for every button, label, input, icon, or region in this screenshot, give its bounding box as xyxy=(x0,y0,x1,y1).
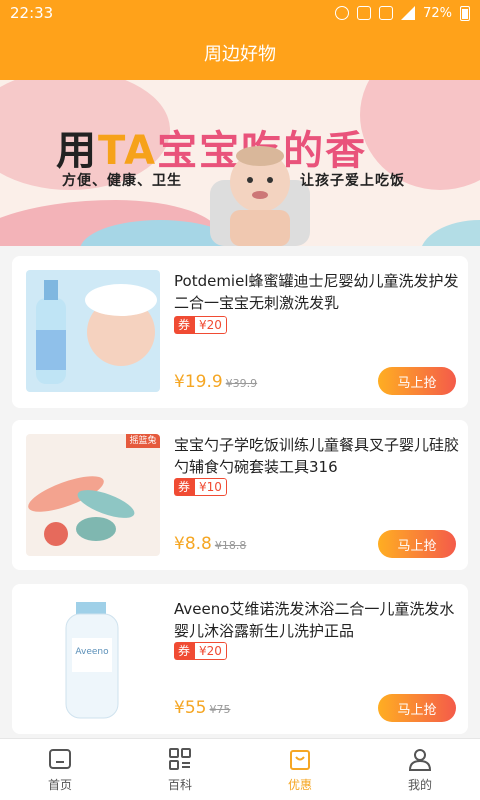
original-price: ¥39.9 xyxy=(225,377,258,390)
coupon-badge: 券 ¥20 xyxy=(174,316,227,334)
product-thumbnail: Aveeno xyxy=(26,598,160,720)
tab-label: 百科 xyxy=(167,778,192,792)
product-name[interactable]: 宝宝勺子学吃饭训练儿童餐具叉子婴儿硅胶勺辅食勺碗套装工具316 xyxy=(174,434,459,478)
status-time: 22:33 xyxy=(10,4,54,22)
tab-label: 优惠 xyxy=(287,778,312,792)
page-header: 周边好物 xyxy=(0,26,480,80)
battery-icon xyxy=(460,5,470,21)
grid-icon xyxy=(169,748,191,770)
alarm-icon xyxy=(335,6,350,20)
bag-icon xyxy=(290,750,310,770)
price: ¥19.9 ¥39.9 xyxy=(174,372,257,392)
page-title: 周边好物 xyxy=(204,44,276,65)
tab-label: 我的 xyxy=(407,778,432,792)
price: ¥8.8 ¥18.8 xyxy=(174,534,246,554)
current-price: ¥55 xyxy=(174,698,207,718)
original-price: ¥18.8 xyxy=(214,539,247,552)
current-price: ¥8.8 xyxy=(174,534,212,554)
buy-now-button[interactable]: 马上抢 xyxy=(378,367,456,395)
current-price: ¥19.9 xyxy=(174,372,223,392)
banner-subtitle-left: 方便、健康、卫生 xyxy=(62,173,182,189)
price: ¥55 ¥75 xyxy=(174,698,230,718)
home-icon xyxy=(49,749,71,769)
product-card[interactable]: 摇篮兔 宝宝勺子学吃饭训练儿童餐具叉子婴儿硅胶勺辅食勺碗套装工具316 券 ¥1… xyxy=(12,420,468,570)
coupon-badge: 券 ¥20 xyxy=(174,642,227,660)
bottom-tab-bar: 首页 百科 优惠 我的 xyxy=(0,738,480,800)
product-thumbnail xyxy=(26,270,160,392)
battery-percent: 72% xyxy=(423,5,452,21)
svg-text:Aveeno: Aveeno xyxy=(75,647,109,657)
signal-icon xyxy=(401,6,416,20)
nfc-icon xyxy=(357,6,372,20)
buy-now-button[interactable]: 马上抢 xyxy=(378,530,456,558)
status-bar: 22:33 72% xyxy=(0,0,480,26)
product-thumbnail xyxy=(26,434,160,556)
tab-encyclopedia[interactable]: 百科 xyxy=(120,739,240,800)
promo-banner[interactable]: 用TA宝宝吃的香 方便、健康、卫生 让孩子爱上吃饭 xyxy=(0,80,480,246)
tab-home[interactable]: 首页 xyxy=(0,739,120,800)
coupon-badge: 券 ¥10 xyxy=(174,478,227,496)
original-price: ¥75 xyxy=(209,703,231,716)
product-card[interactable]: Potdemiel蜂蜜罐迪士尼婴幼儿童洗发护发二合一宝宝无刺激洗发乳 券 ¥20… xyxy=(12,256,468,408)
product-name[interactable]: Potdemiel蜂蜜罐迪士尼婴幼儿童洗发护发二合一宝宝无刺激洗发乳 xyxy=(174,270,459,314)
baby-image xyxy=(210,146,310,246)
product-name[interactable]: Aveeno艾维诺洗发沐浴二合一儿童洗发水婴儿沐浴露新生儿洗护正品 xyxy=(174,598,459,642)
thumb-tag: 摇篮兔 xyxy=(129,436,157,446)
vibrate-icon xyxy=(379,6,394,20)
buy-now-button[interactable]: 马上抢 xyxy=(378,694,456,722)
tab-label: 首页 xyxy=(47,778,72,792)
banner-subtitle-right: 让孩子爱上吃饭 xyxy=(300,173,405,189)
tab-profile[interactable]: 我的 xyxy=(360,739,480,800)
tab-deals[interactable]: 优惠 xyxy=(240,739,360,800)
user-icon xyxy=(408,749,432,771)
product-card[interactable]: Aveeno Aveeno艾维诺洗发沐浴二合一儿童洗发水婴儿沐浴露新生儿洗护正品… xyxy=(12,584,468,734)
